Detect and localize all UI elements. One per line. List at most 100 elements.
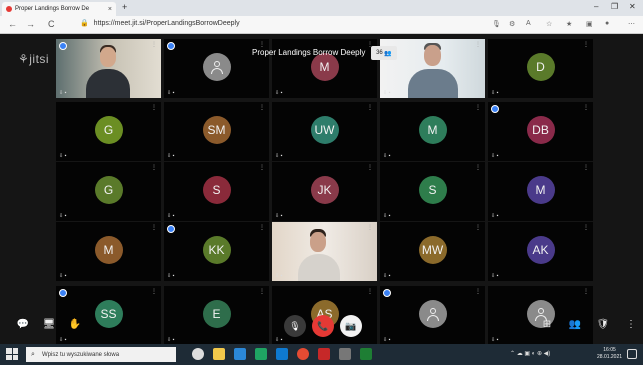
tile-menu-icon[interactable]: ⋮ [367,224,373,231]
outlook-icon[interactable] [276,348,288,360]
teams-icon[interactable] [255,348,267,360]
file-explorer-icon[interactable] [213,348,225,360]
profile-icon[interactable]: ● [605,20,609,27]
participant-tile[interactable]: AK ⋮ ⇩ ▪ [488,222,593,281]
screen-share-icon[interactable]: 🖥 [42,317,56,331]
tile-menu-icon[interactable]: ⋮ [151,288,157,295]
tile-menu-icon[interactable]: ⋮ [259,164,265,171]
connection-status-icon: ⇩ ▪ [491,213,499,219]
participant-avatar: G [94,116,123,145]
tile-menu-icon[interactable]: ⋮ [259,224,265,231]
participant-tile[interactable]: KK ⋮ ⇩ ▪ [164,222,269,281]
minimize-button[interactable]: – [594,2,598,11]
mute-button[interactable]: 🎙 [284,315,306,337]
taskbar-search-input[interactable]: ⌕ Wpisz tu wyszukiwane słowa [26,347,176,362]
calculator-icon[interactable] [339,348,351,360]
participant-counter[interactable]: 36 👥 [371,46,397,60]
forward-button[interactable]: → [26,19,35,29]
more-options-icon[interactable]: ⋮ [624,317,638,331]
tile-menu-icon[interactable]: ⋮ [151,41,157,48]
tile-menu-icon[interactable]: ⋮ [151,224,157,231]
tab-close-icon[interactable]: × [108,6,112,13]
tile-menu-icon[interactable]: ⋮ [367,288,373,295]
taskbar-clock[interactable]: 16:05 28.01.2021 [597,347,622,361]
tile-menu-icon[interactable]: ⋮ [151,104,157,111]
tile-menu-icon[interactable]: ⋮ [259,41,265,48]
participant-tile[interactable]: ⋮ ⇩ ▪ [272,222,377,281]
participant-tile[interactable]: ⋮ ⇩ ▪ [380,286,485,344]
raise-hand-icon[interactable]: ✋ [68,317,82,331]
edge-icon[interactable] [234,348,246,360]
maximize-button[interactable]: ❐ [611,2,618,11]
system-tray-icons[interactable]: ⌃ ☁ ▣ ◐ ⊕ ◀) [510,350,550,357]
participant-tile[interactable]: M ⋮ ⇩ ▪ [56,222,161,281]
tile-menu-icon[interactable]: ⋮ [583,104,589,111]
connection-status-icon: ⇩ ▪ [491,273,499,279]
participant-tile[interactable]: JK ⋮ ⇩ ▪ [272,162,377,221]
participant-tile[interactable]: SS ⋮ ⇩ ▪ [56,286,161,344]
mic-permission-icon[interactable]: 🎙 [492,20,501,28]
tile-menu-icon[interactable]: ⋮ [583,224,589,231]
tile-menu-icon[interactable]: ⋮ [583,41,589,48]
tile-menu-icon[interactable]: ⋮ [475,224,481,231]
new-tab-button[interactable]: + [122,2,127,12]
moderator-badge-icon [59,289,67,297]
participant-tile[interactable]: ⋮ ⇩ ▪ [488,286,593,344]
tile-menu-icon[interactable]: ⋮ [367,104,373,111]
collections-icon[interactable]: ▣ [586,20,593,28]
chrome-icon[interactable] [297,348,309,360]
reload-button[interactable]: C [48,19,55,29]
camera-button[interactable]: 📷 [340,315,362,337]
browser-tab[interactable]: Proper Landings Borrow De × [2,2,116,16]
favorites-list-icon[interactable]: ★ [566,20,572,28]
tile-menu-icon[interactable]: ⋮ [475,104,481,111]
tab-title: Proper Landings Borrow De [15,6,90,12]
connection-status-icon: ⇩ ▪ [275,273,283,279]
participant-tile[interactable]: G ⋮ ⇩ ▪ [56,102,161,161]
recording-icon [6,6,12,12]
participant-tile[interactable]: S ⋮ ⇩ ▪ [380,162,485,221]
tile-menu-icon[interactable]: ⋮ [259,104,265,111]
site-settings-icon[interactable]: ⚙ [509,20,515,28]
tile-menu-icon[interactable]: ⋮ [475,41,481,48]
cortana-icon[interactable] [192,348,204,360]
tile-menu-icon[interactable]: ⋮ [583,164,589,171]
invite-icon[interactable]: 👥 [568,317,582,331]
participant-avatar: SS [94,300,123,329]
windows-start-icon[interactable] [6,348,18,360]
hangup-button[interactable]: 📞 [312,315,334,337]
chat-icon[interactable]: 💬 [16,317,30,331]
moderator-badge-icon [383,289,391,297]
connection-status-icon: ⇩ ▪ [167,90,175,96]
url-field[interactable]: 🔒 https://meet.jit.si/ProperLandingsBorr… [80,19,240,27]
favorite-icon[interactable]: ☆ [546,20,552,28]
participant-tile[interactable]: M ⋮ ⇩ ▪ [488,162,593,221]
participant-tile[interactable]: ⋮ ⇩ ▪ [56,39,161,98]
security-icon[interactable]: 🛡 [596,317,610,331]
tile-menu-icon[interactable]: ⋮ [475,288,481,295]
tile-menu-icon[interactable]: ⋮ [583,288,589,295]
participant-tile[interactable]: M ⋮ ⇩ ▪ [380,102,485,161]
participant-tile[interactable]: E ⋮ ⇩ ▪ [164,286,269,344]
close-window-button[interactable]: ✕ [629,2,636,11]
browser-menu-icon[interactable]: ⋯ [628,20,635,28]
notification-icon[interactable] [627,349,637,359]
moderator-badge-icon [59,42,67,50]
participant-tile[interactable]: MW ⋮ ⇩ ▪ [380,222,485,281]
back-button[interactable]: ← [8,19,17,29]
participant-tile[interactable]: DB ⋮ ⇩ ▪ [488,102,593,161]
excel-icon[interactable] [360,348,372,360]
pdf-icon[interactable] [318,348,330,360]
tile-menu-icon[interactable]: ⋮ [151,164,157,171]
connection-status-icon: ⇩ ▪ [491,337,499,343]
tile-menu-icon[interactable]: ⋮ [259,288,265,295]
read-aloud-icon[interactable]: A [526,20,531,27]
tile-menu-icon[interactable]: ⋮ [475,164,481,171]
participant-tile[interactable]: SM ⋮ ⇩ ▪ [164,102,269,161]
participant-tile[interactable]: D ⋮ ⇩ ▪ [488,39,593,98]
tile-menu-icon[interactable]: ⋮ [367,164,373,171]
participant-tile[interactable]: UW ⋮ ⇩ ▪ [272,102,377,161]
participant-tile[interactable]: S ⋮ ⇩ ▪ [164,162,269,221]
participant-tile[interactable]: G ⋮ ⇩ ▪ [56,162,161,221]
tile-view-icon[interactable]: ⊞ [540,317,554,331]
